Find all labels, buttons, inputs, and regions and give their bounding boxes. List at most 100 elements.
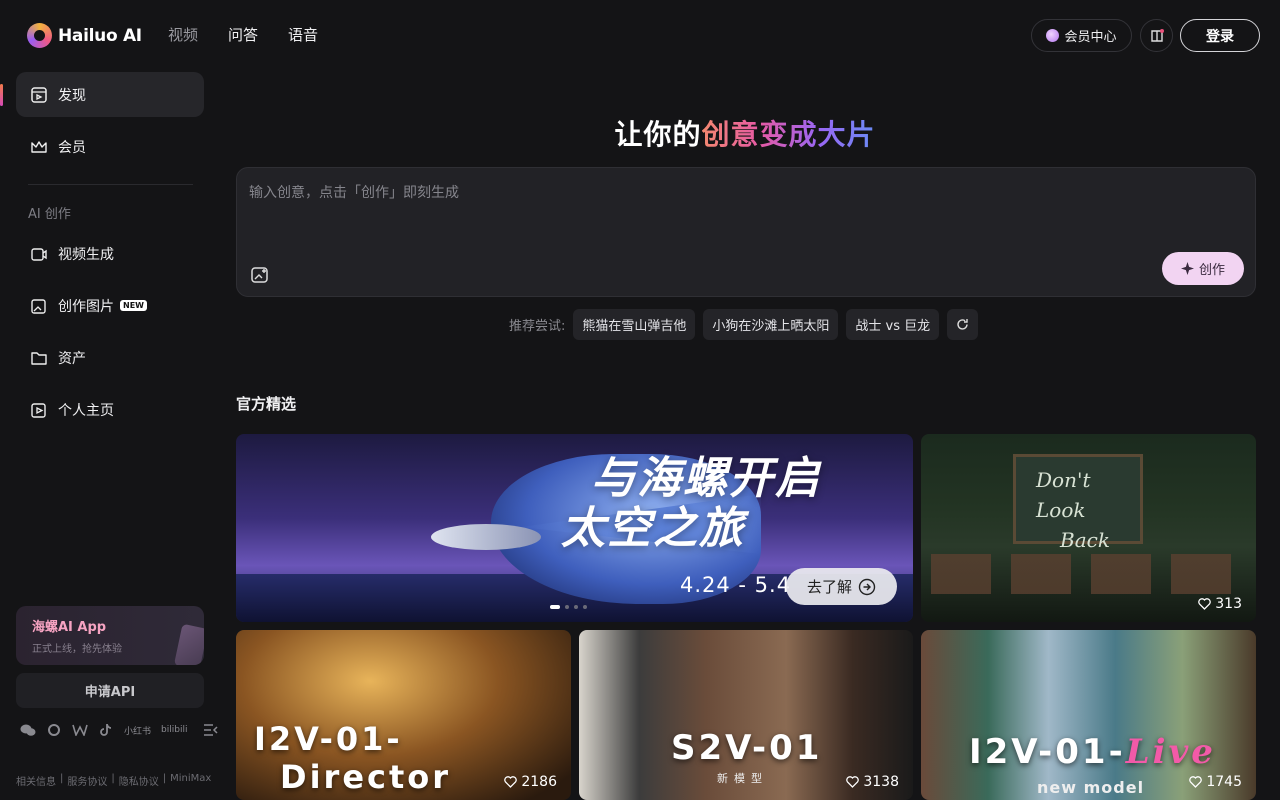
app-promo-subtitle: 正式上线，抢先体验 [32, 644, 122, 655]
like-count[interactable]: 313 [1198, 596, 1242, 612]
featured-title: 官方精选 [236, 395, 297, 413]
app-promo-card[interactable]: 海螺AI App 正式上线，抢先体验 [16, 606, 204, 665]
social-links: 小红书 bilibili [20, 722, 219, 738]
footer-link[interactable]: 服务协议 [67, 773, 107, 788]
like-count[interactable]: 3138 [846, 774, 899, 790]
carousel-dot[interactable] [574, 605, 578, 609]
sidebar-item-discover[interactable]: 发现 [16, 72, 204, 117]
footer-separator: | [111, 773, 115, 784]
video-camera-icon [31, 247, 47, 261]
discover-icon [31, 86, 47, 103]
chalkboard-line-2: Back [1060, 528, 1110, 552]
card-title-a: I2V-01- [254, 720, 403, 758]
image-sparkle-icon [31, 298, 46, 314]
image-upload-icon[interactable] [250, 265, 270, 285]
refresh-icon [957, 319, 968, 330]
guide-button[interactable] [1140, 19, 1173, 52]
sidebar-item-label: 视频生成 [58, 246, 114, 263]
card-title-b: Live [1125, 732, 1216, 772]
sidebar-item-assets[interactable]: 资产 [16, 335, 204, 380]
top-bar: Hailuo AI 视频 问答 语音 会员中心 登录 [0, 0, 1280, 72]
banner-headline: 与海螺开启 太空之旅 [561, 454, 821, 554]
collapse-sidebar-icon[interactable] [203, 722, 219, 738]
app-promo-title: 海螺AI App [32, 620, 107, 635]
heart-icon [1189, 776, 1203, 788]
wechat-icon[interactable] [20, 722, 36, 738]
carousel-dot[interactable] [583, 605, 587, 609]
banner-line-2: 太空之旅 [561, 503, 745, 554]
prompt-box: 创作 [236, 167, 1256, 297]
heart-icon [846, 776, 860, 788]
active-indicator [0, 84, 3, 106]
featured-banner[interactable]: 与海螺开启 太空之旅 4.24 - 5.4 去了解 [236, 434, 913, 622]
book-icon [1150, 28, 1164, 42]
banner-date: 4.24 - 5.4 [680, 573, 792, 597]
heart-icon [1198, 598, 1212, 610]
like-count-value: 313 [1215, 596, 1242, 612]
like-count-value: 1745 [1206, 774, 1242, 790]
sidebar-item-label: 创作图片 [58, 298, 114, 315]
learn-more-label: 去了解 [806, 578, 852, 596]
xiaohongshu-link[interactable]: 小红书 [124, 724, 151, 737]
vip-center-button[interactable]: 会员中心 [1031, 19, 1132, 52]
bilibili-link[interactable]: bilibili [161, 725, 187, 735]
sidebar-item-label: 个人主页 [58, 402, 114, 419]
spaceship-illustration [431, 524, 541, 550]
suggestion-chip[interactable]: 战士 vs 巨龙 [846, 309, 940, 340]
video-card[interactable]: Don't Look Back 313 [921, 434, 1256, 622]
footer-link[interactable]: MiniMax [170, 773, 211, 788]
sidebar-section-title: AI 创作 [28, 207, 71, 222]
desks-illustration [931, 554, 1246, 594]
nav-video[interactable]: 视频 [168, 24, 198, 45]
video-card[interactable]: I2V-01-Director 2186 [236, 630, 571, 800]
hero-title: 让你的创意变成大片 [0, 113, 1280, 153]
weibo-icon[interactable] [46, 722, 62, 738]
minimax-icon[interactable] [72, 722, 88, 738]
like-count[interactable]: 1745 [1189, 774, 1242, 790]
carousel-dot[interactable] [565, 605, 569, 609]
footer-separator: | [162, 773, 167, 784]
hailuo-logo-icon [27, 23, 52, 48]
card-title: I2V-01-Live [969, 732, 1216, 772]
footer-link[interactable]: 相关信息 [16, 773, 56, 788]
nav-voice[interactable]: 语音 [288, 24, 318, 45]
brand-name: Hailuo AI [58, 25, 142, 46]
refresh-suggestions-button[interactable] [947, 309, 979, 340]
vip-center-label: 会员中心 [1064, 30, 1117, 45]
card-title-b: Director [280, 758, 452, 796]
suggestion-label: 推荐尝试: [509, 319, 566, 334]
login-button[interactable]: 登录 [1180, 19, 1260, 52]
phone-illustration [173, 623, 204, 665]
create-button[interactable]: 创作 [1162, 252, 1244, 285]
hero-title-plain: 让你的 [614, 118, 702, 151]
footer-link[interactable]: 隐私协议 [119, 773, 159, 788]
suggestion-bar: 推荐尝试: 熊猫在雪山弹吉他 小狗在沙滩上晒太阳 战士 vs 巨龙 [509, 309, 979, 340]
top-nav: 视频 问答 语音 [168, 24, 318, 45]
suggestion-chip[interactable]: 小狗在沙滩上晒太阳 [703, 309, 839, 340]
folder-icon [31, 351, 47, 365]
video-card[interactable]: S2V-01 新模型 3138 [579, 630, 913, 800]
card-subtitle: new model [1037, 778, 1145, 797]
create-button-label: 创作 [1198, 263, 1225, 278]
card-subtitle: 新模型 [717, 772, 768, 785]
sidebar-item-video-gen[interactable]: 视频生成 [16, 231, 204, 276]
sidebar-item-image-gen[interactable]: 创作图片 NEW [16, 283, 204, 328]
brand-logo[interactable]: Hailuo AI [27, 23, 142, 48]
like-count[interactable]: 2186 [504, 774, 557, 790]
like-count-value: 3138 [863, 774, 899, 790]
nav-qa[interactable]: 问答 [228, 24, 258, 45]
carousel-dots [550, 605, 587, 609]
chalkboard-text: Don't Look Back [1036, 465, 1140, 555]
tiktok-icon[interactable] [98, 722, 114, 738]
prompt-input[interactable] [249, 182, 1229, 242]
card-title: S2V-01 [671, 728, 823, 768]
learn-more-button[interactable]: 去了解 [786, 568, 897, 605]
apply-api-button[interactable]: 申请API [16, 673, 204, 708]
sidebar-item-profile[interactable]: 个人主页 [16, 387, 204, 432]
suggestion-chip[interactable]: 熊猫在雪山弹吉他 [573, 309, 696, 340]
gem-icon [1046, 29, 1060, 42]
carousel-dot[interactable] [550, 605, 560, 609]
sparkle-icon [1180, 262, 1194, 275]
chalkboard-line-1: Don't Look [1036, 468, 1091, 522]
video-card[interactable]: I2V-01-Live new model 1745 [921, 630, 1256, 800]
